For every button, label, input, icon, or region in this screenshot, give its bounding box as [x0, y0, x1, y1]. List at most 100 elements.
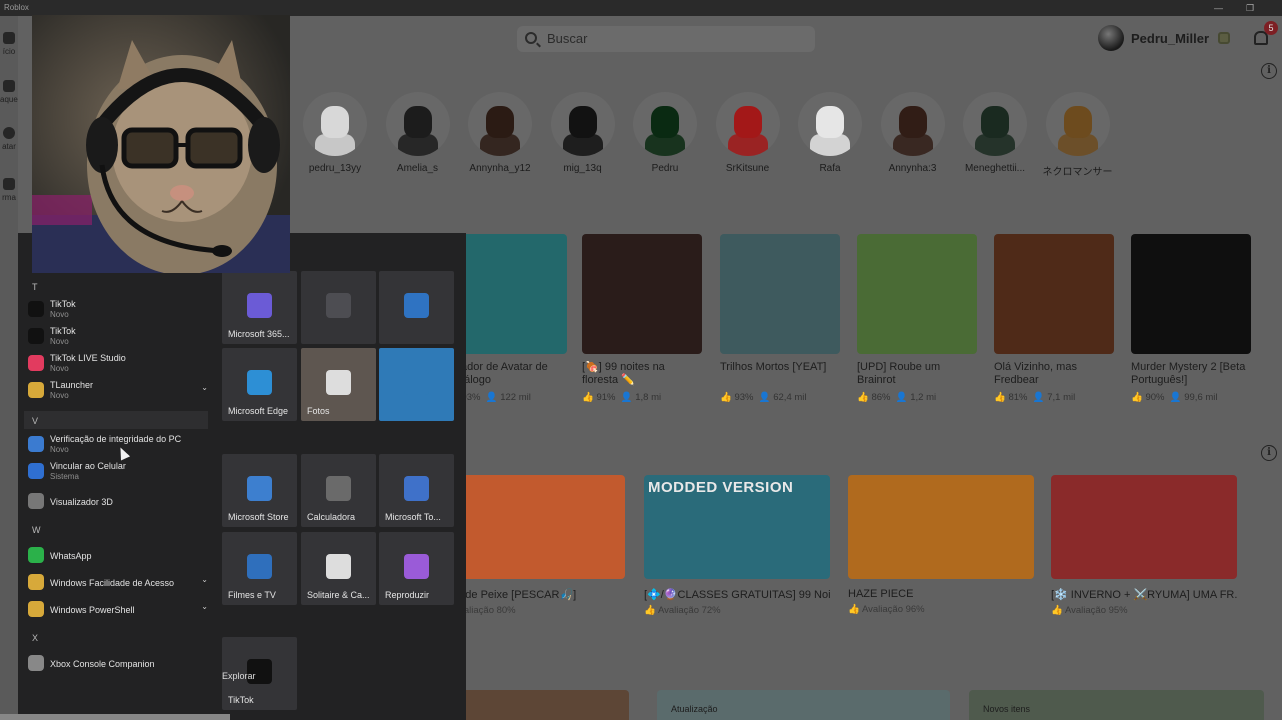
letter-header[interactable]: V	[32, 416, 38, 426]
letter-header[interactable]: W	[32, 525, 41, 535]
avatar[interactable]	[1098, 25, 1124, 51]
tile-label: Fotos	[307, 406, 330, 416]
thumbs-up-icon: 👍	[848, 604, 862, 615]
start-app-item[interactable]: TikTok LIVE Studio Novo	[24, 352, 212, 378]
game-players: 62,4 mil	[773, 392, 807, 403]
friend-avatar	[468, 92, 532, 156]
minimize-icon[interactable]: —	[1214, 0, 1223, 16]
photos-icon	[326, 370, 351, 395]
info-icon[interactable]: i	[1261, 445, 1277, 461]
friend-item[interactable]: Pedru	[630, 92, 700, 174]
robux-icon[interactable]	[1218, 32, 1230, 44]
game-card[interactable]: Murder Mystery 2 [Beta Português!] 👍 90% …	[1131, 234, 1251, 403]
start-tile[interactable]: Microsoft Store	[222, 454, 297, 527]
app-name: Visualizador 3D	[50, 497, 113, 507]
game-card[interactable]: Trilhos Mortos [YEAT] 👍 93% 👤 62,4 mil	[720, 234, 840, 403]
chevron-down-icon[interactable]: ⌄	[201, 602, 208, 611]
featured-game-card[interactable]: ecife de Peixe [PESCAR🎣]👍 Avaliação 80%	[439, 475, 625, 616]
featured-game-card[interactable]: [❄️ INVERNO + ⚔️RYUMA] UMA FR... 👍 Avalia…	[1051, 475, 1237, 616]
start-tile[interactable]: Calculadora	[301, 454, 376, 527]
search-input[interactable]: Buscar	[517, 26, 815, 52]
bottom-card[interactable]: Atualização	[657, 690, 950, 720]
game-rating: Avaliação 72%	[657, 605, 721, 616]
start-tile[interactable]: Filmes e TV	[222, 532, 297, 605]
friend-item[interactable]: Rafa	[795, 92, 865, 174]
tile-label: Microsoft To...	[385, 512, 441, 522]
game-card[interactable]: [UPD] Roube um Brainrot 👍 86% 👤 1,2 mi	[857, 234, 977, 403]
group-icon	[3, 178, 15, 190]
start-app-item[interactable]: TikTok Novo	[24, 325, 212, 351]
letter-header[interactable]: T	[32, 282, 38, 292]
app-name: Windows Facilidade de Acesso	[50, 578, 175, 588]
friend-item[interactable]: ネクロマンサー	[1043, 92, 1113, 178]
info-icon[interactable]: i	[1261, 63, 1277, 79]
game-rating: 93%	[734, 392, 754, 403]
sidebar-item-charts[interactable]: aques	[0, 80, 18, 104]
start-app-item[interactable]: TikTok Novo	[24, 298, 212, 324]
bottom-card[interactable]	[450, 690, 629, 720]
start-tile[interactable]: Solitaire & Ca...	[301, 532, 376, 605]
username[interactable]: Pedru_Miller	[1131, 31, 1209, 46]
cards-icon	[326, 554, 351, 579]
game-rating: Avaliação 96%	[861, 604, 925, 615]
friend-item[interactable]: mig_13q	[548, 92, 618, 174]
store-icon	[247, 476, 272, 501]
game-thumbnail	[439, 475, 625, 579]
friend-item[interactable]: SrKitsune	[713, 92, 783, 174]
game-title: Murder Mystery 2 [Beta Português!]	[1131, 361, 1246, 386]
start-tile[interactable]: Microsoft 365...	[222, 271, 297, 344]
featured-game-card[interactable]: HAZE PIECE 👍 Avaliação 96%	[848, 475, 1034, 615]
game-card[interactable]: Olá Vizinho, mas Fredbear 👍 81% 👤 7,1 mil	[994, 234, 1114, 403]
game-title: [💠/🔮CLASSES GRATUITAS] 99 Noit...	[644, 589, 830, 601]
letter-header[interactable]: X	[32, 633, 38, 643]
friend-item[interactable]: Meneghettii...	[960, 92, 1030, 174]
featured-game-card[interactable]: MODDED VERSION [💠/🔮CLASSES GRATUITAS] 99 …	[644, 475, 830, 616]
sidebar-item-home[interactable]: ício	[0, 32, 18, 56]
app-subtitle: Novo	[50, 310, 69, 319]
thumbs-up-icon: 👍	[582, 392, 597, 403]
friend-avatar	[385, 92, 450, 156]
start-tile[interactable]: Reproduzir	[379, 532, 454, 605]
start-app-item[interactable]: Windows Facilidade de Acesso ⌄	[24, 571, 212, 597]
start-tile[interactable]: Fotos	[301, 348, 376, 421]
game-title: Trilhos Mortos [YEAT]	[720, 361, 827, 373]
friend-item[interactable]: Amelia_s	[383, 92, 453, 174]
window-titlebar: Roblox — ❐	[0, 0, 1282, 16]
start-app-item[interactable]: Vincular ao Celular Sistema	[24, 460, 212, 486]
chevron-down-icon[interactable]: ⌄	[201, 383, 208, 392]
sidebar-item-groups[interactable]: rma	[0, 178, 18, 202]
maximize-icon[interactable]: ❐	[1246, 0, 1254, 16]
start-tile[interactable]: Microsoft To...	[379, 454, 454, 527]
start-tile[interactable]: Microsoft Edge	[222, 348, 297, 421]
tile-label: Solitaire & Ca...	[307, 590, 370, 600]
start-app-item[interactable]: WhatsApp	[24, 544, 212, 570]
chevron-down-icon[interactable]: ⌄	[201, 575, 208, 584]
sidebar: ício aques atar rma	[0, 16, 18, 720]
tile-label: Filmes e TV	[228, 590, 276, 600]
start-tile[interactable]	[379, 271, 454, 344]
thumbs-up-icon: 👍	[1131, 392, 1146, 403]
game-rating: Avaliação 95%	[1064, 605, 1128, 616]
friend-avatar	[303, 92, 367, 156]
start-tile[interactable]	[379, 348, 454, 421]
game-thumbnail	[848, 475, 1034, 579]
game-card[interactable]: [🍖] 99 noites na floresta ✏️ 👍 91% 👤 1,8 …	[582, 234, 702, 403]
start-app-item[interactable]: Windows PowerShell ⌄	[24, 598, 212, 624]
bottom-card[interactable]: Novos itens	[969, 690, 1264, 720]
tile-label: Microsoft Store	[228, 512, 289, 522]
start-app-item[interactable]: TLauncher Novo ⌄	[24, 379, 212, 405]
friend-item[interactable]: Annynha:3	[878, 92, 948, 174]
card-label: Novos itens	[983, 704, 1031, 714]
game-title: Olá Vizinho, mas Fredbear	[994, 361, 1077, 386]
sidebar-item-avatar[interactable]: atar	[0, 127, 18, 151]
friend-item[interactable]: pedru_13yy	[300, 92, 370, 174]
friend-item[interactable]: Annynha_y12	[465, 92, 535, 174]
game-players: 7,1 mil	[1047, 392, 1076, 403]
start-app-item[interactable]: Visualizador 3D	[24, 490, 212, 516]
start-app-item[interactable]: Xbox Console Companion	[24, 652, 212, 678]
start-tile[interactable]	[301, 271, 376, 344]
friend-name: Amelia_s	[396, 163, 439, 174]
play-icon	[404, 554, 429, 579]
players-icon: 👤	[620, 392, 636, 403]
edge-icon	[247, 370, 272, 395]
